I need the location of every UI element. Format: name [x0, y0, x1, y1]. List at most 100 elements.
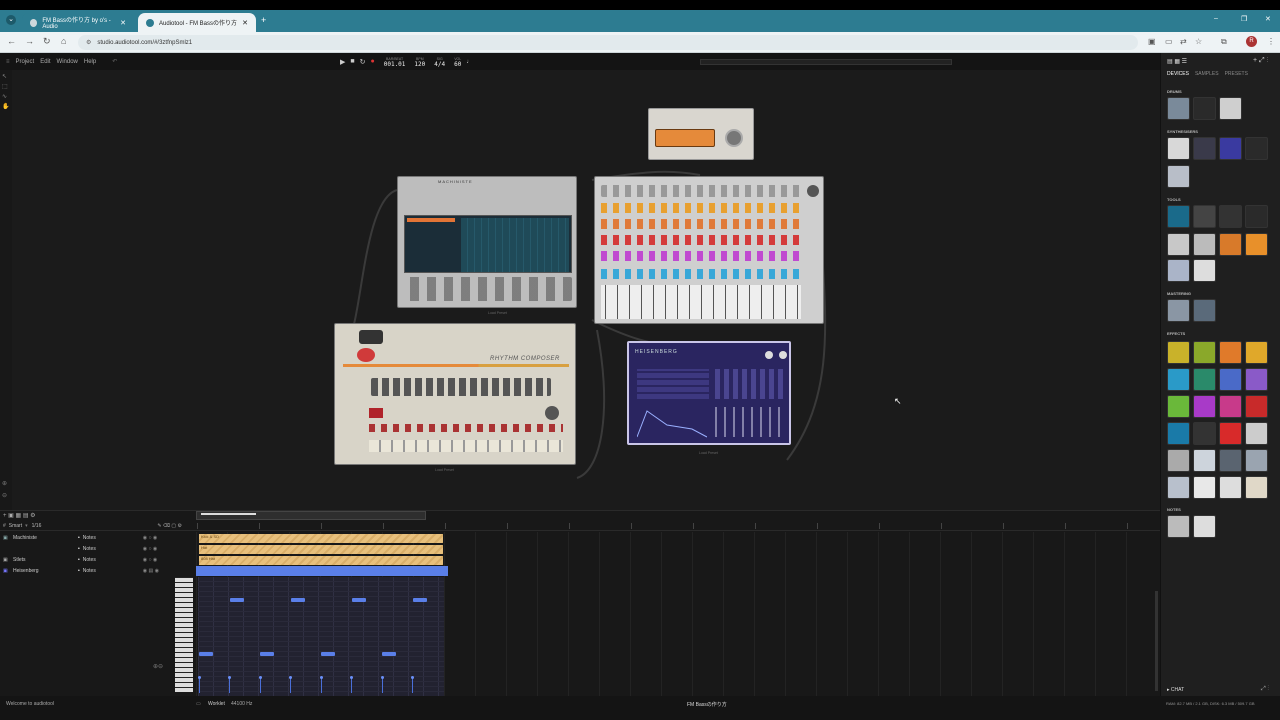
effect-tile-11[interactable]: [1219, 395, 1242, 418]
bookmark-star-icon[interactable]: ☆: [1195, 37, 1202, 46]
url-input[interactable]: ⚙ studio.audiotool.com/#/3ztfnpSmlz1: [78, 35, 1138, 50]
volume-knob[interactable]: [545, 406, 559, 420]
track-row[interactable]: ▣ Heisenberg • Notes ◉ ▤ ◉: [0, 566, 194, 576]
bar-display[interactable]: BAR/BEAT 001.01: [384, 56, 406, 68]
heisenberg-tone-knob[interactable]: [779, 351, 787, 359]
mastering-tile-2[interactable]: [1193, 299, 1216, 322]
timeline-ruler[interactable]: [197, 523, 1155, 529]
mastering-tile-1[interactable]: [1167, 299, 1190, 322]
effect-tile-20[interactable]: [1245, 449, 1268, 472]
snap-dropdown-icon[interactable]: ▾: [25, 523, 28, 529]
browser-tab-2[interactable]: Audiotool - FM Bassの作り方 ✕: [138, 13, 256, 32]
operator-ratios[interactable]: [715, 369, 785, 399]
screenshot-icon[interactable]: ▣: [1148, 37, 1156, 46]
synth-tile-4[interactable]: [1245, 137, 1268, 160]
note[interactable]: [260, 652, 274, 656]
cable-tool-icon[interactable]: ∿: [2, 93, 10, 100]
envelope-display[interactable]: [637, 407, 707, 439]
clip-hat[interactable]: Hat: [199, 545, 443, 554]
track-row[interactable]: ▣ Stlets • Notes ◉ ○ ◉: [0, 555, 194, 565]
master-knob[interactable]: [807, 185, 819, 197]
machiniste-device[interactable]: MACHINISTE Load Preset: [397, 176, 577, 315]
beatbox-tile[interactable]: [1193, 97, 1216, 120]
synth-tile-2[interactable]: [1193, 137, 1216, 160]
notes-tile-2[interactable]: [1193, 515, 1216, 538]
tab-menu-icon[interactable]: ⌄: [6, 15, 16, 25]
select-tool-icon[interactable]: ⬚: [2, 83, 10, 90]
mixer-eq-mid-knobs[interactable]: [601, 219, 801, 229]
grid-size-select[interactable]: 1/16: [32, 523, 42, 529]
effect-tile-22[interactable]: [1193, 476, 1216, 499]
notes-tile-1[interactable]: [1167, 515, 1190, 538]
menu-edit[interactable]: Edit: [40, 59, 50, 65]
synth-tile-5[interactable]: [1167, 165, 1190, 188]
note[interactable]: [382, 652, 396, 656]
chat-expand-icon[interactable]: ⤢ ⋮: [1261, 686, 1269, 693]
track-controls-icons[interactable]: ◉ ○ ◉: [143, 535, 158, 541]
velocity-bar[interactable]: [228, 676, 231, 693]
clip-808-hat[interactable]: 808 Hat: [199, 556, 443, 565]
effect-tile-8[interactable]: [1245, 368, 1268, 391]
tool-tile-2[interactable]: [1193, 205, 1216, 228]
browser-menu-icon[interactable]: ⋮: [1267, 37, 1275, 46]
gain-knob[interactable]: [725, 129, 743, 147]
step-buttons[interactable]: [369, 440, 563, 452]
mixer-eq-high-knobs[interactable]: [601, 203, 801, 213]
effect-tile-10[interactable]: [1193, 395, 1216, 418]
heisenberg-volume-knob[interactable]: [765, 351, 773, 359]
start-stop-button[interactable]: [369, 408, 383, 418]
machiniste-load-preset[interactable]: Load Preset: [488, 311, 507, 315]
note[interactable]: [230, 598, 244, 602]
rhythm-composer-device[interactable]: RHYTHM COMPOSER Load Preset: [334, 323, 576, 472]
effect-tile-21[interactable]: [1167, 476, 1190, 499]
track-row[interactable]: ▣ Machiniste • Notes ◉ ○ ◉: [0, 533, 194, 543]
velocity-bar[interactable]: [411, 676, 414, 693]
note[interactable]: [291, 598, 305, 602]
clip-heisenberg[interactable]: [196, 566, 448, 576]
mixer-eq-low-knobs[interactable]: [601, 235, 801, 245]
effect-tile-3[interactable]: [1219, 341, 1242, 364]
pointer-tool-icon[interactable]: ↖: [2, 73, 10, 80]
tool-tile-10[interactable]: [1193, 259, 1216, 282]
track-controls-icons[interactable]: ◉ ○ ◉: [143, 546, 158, 552]
metronome-icon[interactable]: ♩: [466, 59, 472, 65]
loop-icon[interactable]: ↻: [360, 58, 366, 66]
effect-tile-6[interactable]: [1193, 368, 1216, 391]
operator-matrix[interactable]: [637, 369, 709, 399]
tab-samples[interactable]: SAMPLES: [1195, 71, 1219, 77]
back-icon[interactable]: ←: [7, 36, 16, 46]
site-info-icon[interactable]: ⚙: [86, 39, 91, 46]
cast-icon[interactable]: ▭: [1165, 37, 1173, 46]
edit-tools-icons[interactable]: ✎ ⌫ ▢ ⚙: [157, 523, 182, 529]
velocity-bar[interactable]: [198, 676, 201, 693]
mixer-device[interactable]: [594, 176, 824, 324]
effect-tile-19[interactable]: [1219, 449, 1242, 472]
effect-tile-1[interactable]: [1167, 341, 1190, 364]
device-desktop[interactable]: MACHINISTE Load Preset RHYTHM COMPOSER L…: [2, 70, 1160, 510]
tool-tile-1[interactable]: [1167, 205, 1190, 228]
effect-tile-17[interactable]: [1167, 449, 1190, 472]
tool-tile-4[interactable]: [1245, 205, 1268, 228]
close-window-icon[interactable]: ✕: [1265, 15, 1271, 23]
track-controls-icons[interactable]: ◉ ▤ ◉: [143, 568, 159, 574]
menu-hamburger-icon[interactable]: ≡: [6, 59, 10, 65]
zoom-in-icon[interactable]: ⊕: [2, 480, 7, 487]
close-tab-icon[interactable]: ✕: [120, 19, 126, 27]
effect-tile-23[interactable]: [1219, 476, 1242, 499]
rhythm-composer-tile[interactable]: [1219, 97, 1242, 120]
mixer-channel-faders[interactable]: [601, 285, 801, 319]
selected-sample-row[interactable]: [407, 218, 455, 222]
timeline-scroll-handle[interactable]: [196, 511, 426, 520]
tool-tile-8[interactable]: [1245, 233, 1268, 256]
instrument-knobs[interactable]: [371, 378, 551, 396]
tool-tile-3[interactable]: [1219, 205, 1242, 228]
piano-keyboard[interactable]: [175, 577, 193, 692]
mixer-pan-knobs[interactable]: [601, 269, 801, 279]
knob-row[interactable]: [404, 277, 572, 301]
velocity-bar[interactable]: [350, 676, 353, 693]
undo-icon[interactable]: ↶: [112, 58, 117, 65]
drum-machine-tile[interactable]: [1167, 97, 1190, 120]
note[interactable]: [199, 652, 213, 656]
tool-tile-5[interactable]: [1167, 233, 1190, 256]
effect-tile-14[interactable]: [1193, 422, 1216, 445]
